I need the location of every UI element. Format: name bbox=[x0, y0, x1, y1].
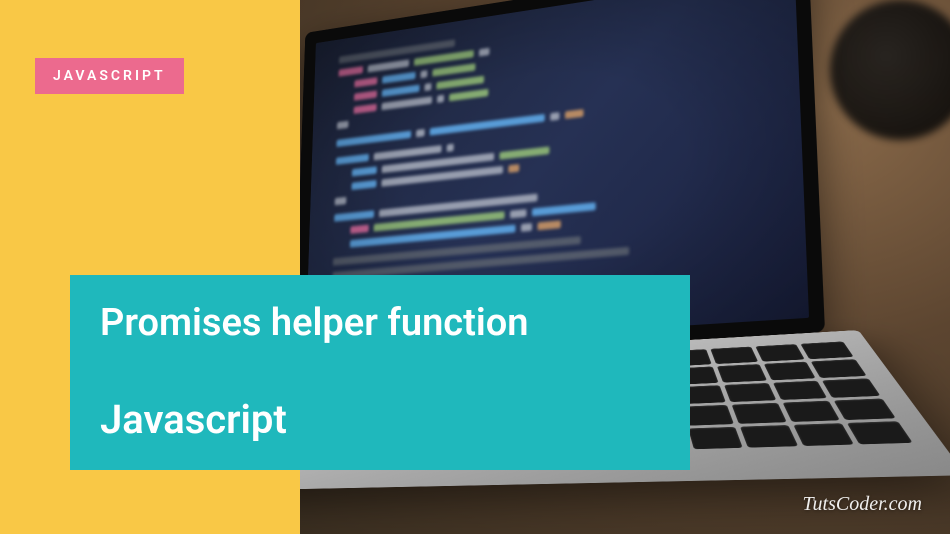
category-badge: JAVASCRIPT bbox=[35, 58, 184, 94]
watermark-text: TutsCoder.com bbox=[803, 493, 922, 516]
category-badge-label: JAVASCRIPT bbox=[53, 68, 166, 84]
title-block: Promises helper function Javascript bbox=[70, 275, 690, 470]
title-line-1: Promises helper function bbox=[100, 303, 660, 345]
title-line-2: Javascript bbox=[100, 398, 660, 442]
thumbnail-card: JAVASCRIPT Promises helper function Java… bbox=[0, 0, 950, 534]
